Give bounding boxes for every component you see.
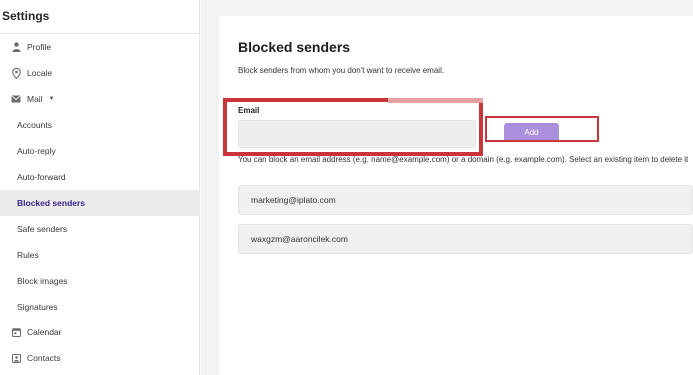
email-label: Email — [238, 106, 260, 115]
sidebar-item-accounts[interactable]: Accounts — [0, 112, 200, 138]
sidebar-item-label: Mail — [27, 94, 43, 104]
sidebar-item-calendar[interactable]: Calendar — [0, 319, 200, 345]
sidebar-item-block-images[interactable]: Block images — [0, 268, 200, 294]
add-button[interactable]: Add — [504, 123, 559, 142]
sidebar-item-signatures[interactable]: Signatures — [0, 294, 200, 320]
sidebar-item-safe-senders[interactable]: Safe senders — [0, 216, 200, 242]
sidebar-item-label: Profile — [27, 42, 52, 52]
location-pin-icon — [11, 67, 21, 79]
sidebar-item-label: Safe senders — [17, 224, 68, 234]
calendar-icon — [11, 327, 21, 337]
sidebar-item-auto-forward[interactable]: Auto-forward — [0, 164, 200, 190]
sidebar-item-label: Signatures — [17, 302, 58, 312]
sidebar-item-label: Blocked senders — [17, 198, 86, 208]
sidebar-item-rules[interactable]: Rules — [0, 242, 200, 268]
sidebar-item-label: Locale — [27, 68, 53, 78]
email-input[interactable] — [238, 120, 476, 148]
sidebar-item-label: Contacts — [27, 353, 61, 363]
helper-text: You can block an email address (e.g. nam… — [238, 155, 689, 164]
sidebar-item-label: Rules — [17, 250, 39, 260]
sidebar-item-profile[interactable]: Profile — [0, 34, 200, 60]
blocked-sender-item[interactable]: waxgzm@aaroncilek.com — [238, 224, 693, 254]
blocked-sender-item[interactable]: marketing@iplato.com — [238, 185, 693, 215]
app-root: Settings Profile Locale Mail ▼ Accounts … — [0, 0, 693, 375]
sidebar-item-mail[interactable]: Mail ▼ — [0, 86, 200, 112]
sidebar-item-auto-reply[interactable]: Auto-reply — [0, 138, 200, 164]
contacts-icon — [11, 353, 21, 363]
sidebar-item-blocked-senders[interactable]: Blocked senders — [0, 190, 200, 216]
sidebar-item-contacts[interactable]: Contacts — [0, 345, 200, 371]
sidebar-item-label: Block images — [17, 276, 68, 286]
settings-sidebar: Settings Profile Locale Mail ▼ Accounts … — [0, 0, 200, 375]
sidebar-item-label: Accounts — [17, 120, 52, 130]
chevron-down-icon: ▼ — [48, 96, 55, 102]
sidebar-item-locale[interactable]: Locale — [0, 60, 200, 86]
sidebar-item-label: Calendar — [27, 327, 62, 337]
page-title: Blocked senders — [238, 39, 351, 55]
sidebar-item-label: Auto-reply — [17, 146, 56, 156]
page-subtitle: Block senders from whom you don't want t… — [238, 66, 445, 75]
sidebar-title: Settings — [2, 9, 50, 23]
sidebar-item-label: Auto-forward — [17, 172, 66, 182]
person-icon — [11, 42, 21, 52]
mail-icon — [11, 94, 21, 104]
